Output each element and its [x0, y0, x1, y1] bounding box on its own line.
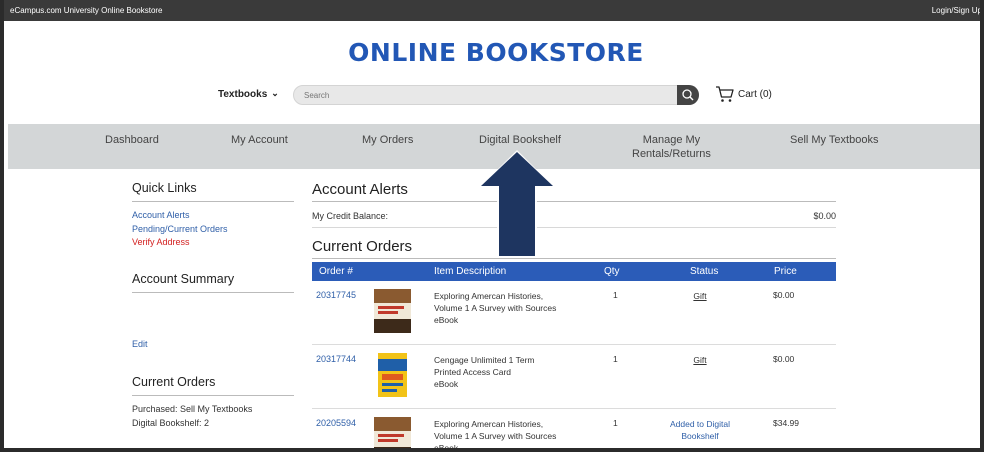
nav-my-account[interactable]: My Account [231, 133, 288, 147]
chevron-down-icon: ⌄ [271, 88, 279, 98]
item-title-line: Volume 1 A Survey with Sources [434, 431, 557, 441]
item-description: Cengage Unlimited 1 Term Printed Access … [434, 354, 594, 390]
current-orders-title: Current Orders [312, 238, 836, 259]
item-price: $34.99 [773, 418, 799, 428]
status-gift-link[interactable]: Gift [658, 290, 742, 302]
search-icon [682, 89, 694, 101]
digital-bookshelf-count: Digital Bookshelf: 2 [132, 417, 210, 428]
page-title: ONLINE BOOKSTORE [348, 38, 644, 67]
search-box [293, 85, 699, 105]
orders-table-header: Order # Item Description Qty Status Pric… [312, 262, 836, 281]
login-signup-link[interactable]: Login/Sign Up [932, 6, 980, 15]
col-status: Status [690, 266, 719, 277]
table-row: 20317744 Cengage Unlimited 1 Term Printe… [312, 345, 836, 409]
table-row: 20317745 Exploring Amercan Histories, Vo… [312, 281, 836, 345]
sidebar-current-orders: Current Orders Purchased: Sell My Textbo… [132, 375, 294, 430]
item-format: eBook [434, 443, 459, 452]
search-input[interactable] [304, 89, 674, 102]
purchased-text: Purchased: Sell My Textbooks [132, 404, 253, 414]
nav-manage-rentals[interactable]: Manage My Rentals/Returns [632, 133, 711, 161]
credit-balance-value: $0.00 [813, 211, 836, 221]
col-qty: Qty [604, 266, 620, 277]
account-summary: Account Summary [132, 272, 294, 293]
category-select-label: Textbooks [218, 89, 268, 100]
nav-manage-line1: Manage My [642, 134, 701, 146]
account-summary-title: Account Summary [132, 272, 294, 293]
sidebar: Quick Links Account Alerts Pending/Curre… [132, 181, 294, 428]
quick-links-title: Quick Links [132, 181, 294, 202]
col-item-description: Item Description [434, 266, 507, 277]
quick-link-account-alerts[interactable]: Account Alerts [132, 209, 294, 223]
status-line: Bookshelf [681, 431, 719, 441]
search-button[interactable] [677, 85, 699, 105]
nav-dashboard[interactable]: Dashboard [105, 133, 159, 147]
col-price: Price [774, 266, 797, 277]
quick-links: Account Alerts Pending/Current Orders Ve… [132, 209, 294, 250]
item-format: eBook [434, 379, 459, 389]
item-description: Exploring Amercan Histories, Volume 1 A … [434, 290, 594, 326]
nav-sell-textbooks[interactable]: Sell My Textbooks [790, 133, 878, 147]
cart-label: Cart (0) [738, 89, 772, 100]
sidebar-current-orders-title: Current Orders [132, 375, 294, 396]
item-title-line: Exploring Amercan Histories, [434, 419, 544, 429]
status-line: Added to Digital [669, 419, 730, 429]
status-added-to-digital-bookshelf-link[interactable]: Added to Digital Bookshelf [658, 418, 742, 442]
site-name: eCampus.com University Online Bookstore [10, 6, 163, 15]
book-cover-cengage-unlimited [374, 353, 411, 397]
table-row: 20205594 Exploring Amercan Histories, Vo… [312, 409, 836, 452]
item-price: $0.00 [773, 354, 795, 364]
up-arrow-annotation [479, 150, 555, 258]
top-bar: eCampus.com University Online Bookstore … [4, 0, 980, 21]
order-number-link[interactable]: 20317745 [316, 290, 356, 300]
col-order: Order # [319, 266, 353, 277]
app-frame: eCampus.com University Online Bookstore … [0, 0, 984, 452]
search-row: Textbooks⌄ Cart (0) [4, 85, 980, 105]
credit-balance-row: My Credit Balance: $0.00 [312, 202, 836, 228]
item-qty: 1 [613, 354, 618, 364]
item-title-line: Volume 1 A Survey with Sources [434, 303, 557, 313]
nav-my-orders[interactable]: My Orders [362, 133, 413, 147]
item-qty: 1 [613, 290, 618, 300]
book-cover-exploring-american-histories [374, 289, 411, 333]
item-description: Exploring Amercan Histories, Volume 1 A … [434, 418, 594, 452]
item-format: eBook [434, 315, 459, 325]
order-number-link[interactable]: 20317744 [316, 354, 356, 364]
quick-link-verify-address[interactable]: Verify Address [132, 236, 294, 250]
book-cover-exploring-american-histories [374, 417, 411, 448]
item-title-line: Cengage Unlimited 1 Term [434, 355, 535, 365]
item-title-line: Printed Access Card [434, 367, 512, 377]
nav-manage-line2: Rentals/Returns [632, 148, 711, 160]
edit-link[interactable]: Edit [132, 339, 148, 349]
category-select[interactable]: Textbooks ⌄ [218, 88, 279, 100]
cart-icon [716, 86, 734, 102]
credit-balance-label: My Credit Balance: [312, 211, 389, 221]
order-number-link[interactable]: 20205594 [316, 418, 356, 428]
item-qty: 1 [613, 418, 618, 428]
quick-link-pending-orders[interactable]: Pending/Current Orders [132, 223, 294, 237]
status-gift-link[interactable]: Gift [658, 354, 742, 366]
item-price: $0.00 [773, 290, 795, 300]
sidebar-current-orders-info: Purchased: Sell My Textbooks Digital Boo… [132, 403, 294, 430]
main-content: Account Alerts My Credit Balance: $0.00 … [312, 181, 836, 452]
account-alerts-title: Account Alerts [312, 181, 836, 202]
nav-digital-bookshelf[interactable]: Digital Bookshelf [479, 133, 561, 147]
item-title-line: Exploring Amercan Histories, [434, 291, 544, 301]
